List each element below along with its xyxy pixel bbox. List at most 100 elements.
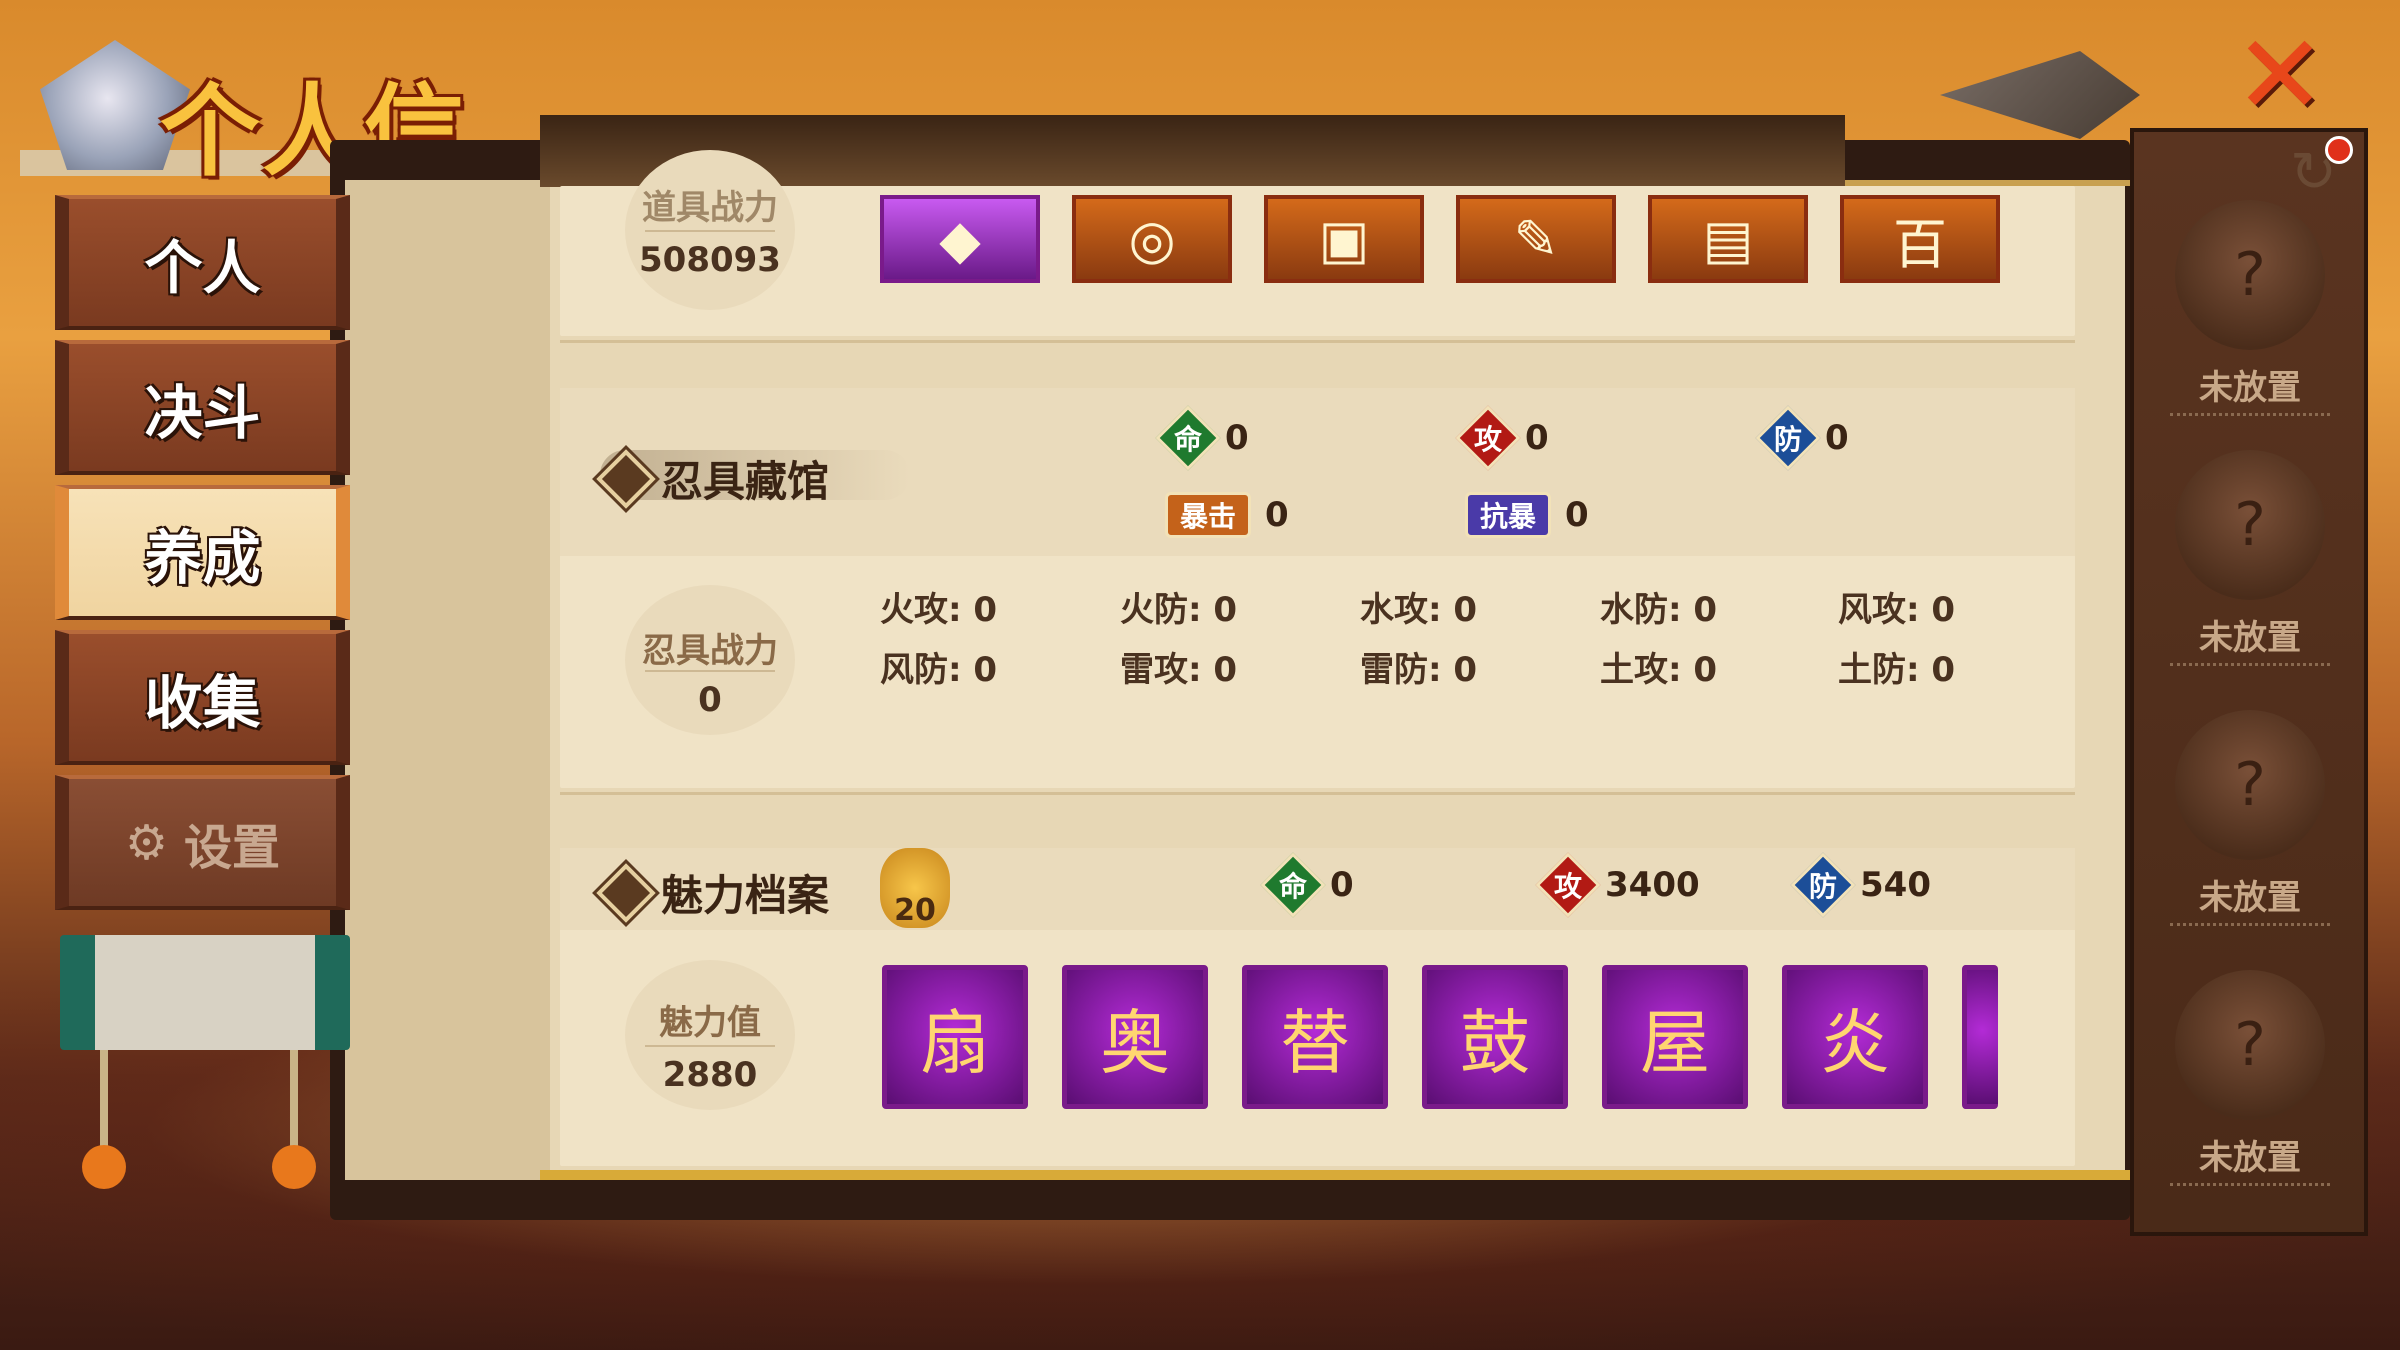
crit-icon: 暴击 xyxy=(1165,492,1251,538)
diamond-bullet-icon xyxy=(596,448,656,509)
element-stat: 火防: 0 xyxy=(1120,590,1238,630)
charm-item-ougi[interactable]: 奥 xyxy=(1062,965,1208,1109)
scroll-icon: 百 xyxy=(1893,212,1947,276)
element-stat: 风攻: 0 xyxy=(1838,590,1956,630)
ninja-tools-title-text: 忍具藏馆 xyxy=(661,457,830,506)
kunai-decor-icon xyxy=(1940,51,2140,139)
nt-attack-value: 0 xyxy=(1525,418,1549,458)
charm-value: 2880 xyxy=(662,1055,758,1095)
nav-settings[interactable]: ⚙ 设置 xyxy=(55,775,350,910)
defense-icon: 防 xyxy=(1790,852,1856,918)
charm-item-house[interactable]: 屋 xyxy=(1602,965,1748,1109)
charm-item-substitute[interactable]: 替 xyxy=(1242,965,1388,1109)
panel-side-strip xyxy=(345,180,550,1180)
section-divider xyxy=(560,792,2075,795)
equip-slot-kunai[interactable]: ◆ xyxy=(880,195,1040,283)
attack-icon: 攻 xyxy=(1455,405,1521,471)
pants-icon: ▤ xyxy=(1702,207,1754,271)
badge-divider xyxy=(645,230,775,232)
nt-stat-defense: 防 0 xyxy=(1755,405,1849,471)
charm-stat-life: 命 0 xyxy=(1260,852,1354,918)
nt-life-value: 0 xyxy=(1225,418,1249,458)
nav-growth[interactable]: 养成 xyxy=(55,485,350,620)
rope-decor xyxy=(290,1050,298,1160)
equip-slot-book[interactable]: ✎ xyxy=(1456,195,1616,283)
slot-1[interactable]: ? 未放置 xyxy=(2170,200,2330,416)
item-power-label: 道具战力 xyxy=(642,188,778,228)
charm-stat-defense: 防 540 xyxy=(1790,852,1931,918)
section-divider xyxy=(560,340,2075,343)
equip-slot-scroll[interactable]: 百 xyxy=(1840,195,2000,283)
gear-icon: ⚙ xyxy=(124,814,168,871)
element-stat: 水攻: 0 xyxy=(1360,590,1478,630)
flame-kunai-icon: 炎 xyxy=(1820,1001,1890,1084)
notification-dot xyxy=(2325,136,2353,164)
charm-level-value: 20 xyxy=(894,893,936,928)
equip-slot-goggles[interactable]: ◎ xyxy=(1072,195,1232,283)
charm-stat-attack: 攻 3400 xyxy=(1535,852,1700,918)
nt-stat-crit: 暴击 0 xyxy=(1165,492,1289,538)
charm-item-flame-kunai[interactable]: 炎 xyxy=(1782,965,1928,1109)
attack-icon: 攻 xyxy=(1535,852,1601,918)
frog-silhouette-icon: ? xyxy=(2175,450,2325,600)
element-stat: 水防: 0 xyxy=(1600,590,1718,630)
tassel-decor xyxy=(82,1145,126,1189)
slot-3[interactable]: ? 未放置 xyxy=(2170,710,2330,926)
equip-slot-armor[interactable]: ▣ xyxy=(1264,195,1424,283)
element-stat: 雷攻: 0 xyxy=(1120,650,1238,690)
slot-4[interactable]: ? 未放置 xyxy=(2170,970,2330,1186)
nt-anticrit-value: 0 xyxy=(1565,495,1589,535)
element-stat: 风防: 0 xyxy=(880,650,998,690)
panel-bottom-border xyxy=(540,1170,2130,1180)
nav-personal-label: 个人 xyxy=(144,233,261,302)
charm-value-badge: 魅力值 2880 xyxy=(625,960,795,1110)
nav-duel-label: 决斗 xyxy=(144,378,261,447)
slot-label: 未放置 xyxy=(2170,610,2330,666)
defense-icon: 防 xyxy=(1755,405,1821,471)
item-power-value: 508093 xyxy=(639,240,781,280)
charm-defense-value: 540 xyxy=(1860,865,1931,905)
nt-stat-attack: 攻 0 xyxy=(1455,405,1549,471)
ninja-tools-power-badge: 忍具战力 0 xyxy=(625,585,795,735)
nav-settings-label: 设置 xyxy=(184,819,281,876)
goggles-icon: ◎ xyxy=(1128,207,1176,271)
nt-stat-anticrit: 抗暴 0 xyxy=(1465,492,1589,538)
nav-duel[interactable]: 决斗 xyxy=(55,340,350,475)
house-icon: 屋 xyxy=(1640,1001,1710,1084)
nav-personal[interactable]: 个人 xyxy=(55,195,350,330)
ougi-icon: 奥 xyxy=(1100,1001,1170,1084)
element-stat: 雷防: 0 xyxy=(1360,650,1478,690)
tassel-decor xyxy=(272,1145,316,1189)
charm-item-partial[interactable] xyxy=(1962,965,1998,1109)
substitute-icon: 替 xyxy=(1280,1001,1350,1084)
charm-item-drum[interactable]: 鼓 xyxy=(1422,965,1568,1109)
close-button[interactable]: ✕ xyxy=(2225,11,2335,139)
life-icon: 命 xyxy=(1260,852,1326,918)
badge-divider xyxy=(645,1045,775,1047)
diamond-bullet-icon xyxy=(596,862,656,923)
slot-2[interactable]: ? 未放置 xyxy=(2170,450,2330,666)
nav-growth-label: 养成 xyxy=(144,523,261,592)
ninja-tools-power-value: 0 xyxy=(698,680,722,720)
element-stat: 土防: 0 xyxy=(1838,650,1956,690)
slot-label: 未放置 xyxy=(2170,870,2330,926)
charm-life-value: 0 xyxy=(1330,865,1354,905)
charm-item-fan[interactable]: 扇 xyxy=(882,965,1028,1109)
scroll-decoration xyxy=(60,935,350,1050)
book-icon: ✎ xyxy=(1513,207,1559,271)
drum-icon: 鼓 xyxy=(1460,1001,1530,1084)
equip-slot-pants[interactable]: ▤ xyxy=(1648,195,1808,283)
nav-collect-label: 收集 xyxy=(144,668,261,737)
badge-divider xyxy=(645,670,775,672)
frog-silhouette-icon: ? xyxy=(2175,710,2325,860)
ninja-tools-title: 忍具藏馆 xyxy=(596,448,830,509)
anticrit-icon: 抗暴 xyxy=(1465,492,1551,538)
slot-label: 未放置 xyxy=(2170,1130,2330,1186)
nav-collect[interactable]: 收集 xyxy=(55,630,350,765)
kunai-icon: ◆ xyxy=(939,207,981,271)
life-icon: 命 xyxy=(1155,405,1221,471)
charm-title-text: 魅力档案 xyxy=(661,871,830,920)
element-stat: 火攻: 0 xyxy=(880,590,998,630)
nt-stat-life: 命 0 xyxy=(1155,405,1249,471)
charm-value-label: 魅力值 xyxy=(659,1003,761,1043)
